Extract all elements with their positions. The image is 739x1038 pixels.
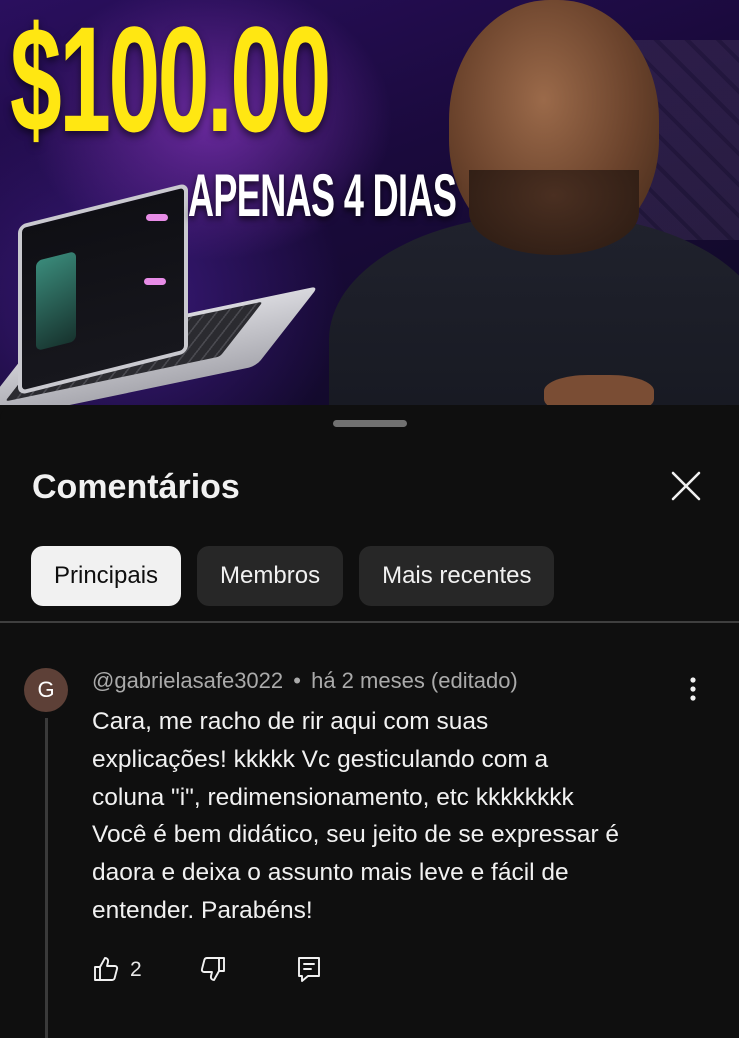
comment-line: daora e deixa o assunto mais leve e fáci… bbox=[92, 859, 569, 887]
thumbnail-subheadline: APENAS 4 DIAS bbox=[188, 162, 457, 229]
chip-principais[interactable]: Principais bbox=[31, 546, 182, 606]
comment-time: há 2 meses (editado) bbox=[311, 668, 518, 693]
close-icon bbox=[671, 471, 701, 501]
like-count: 2 bbox=[130, 958, 142, 981]
divider bbox=[0, 621, 739, 623]
comment-author[interactable]: @gabrielasafe3022 bbox=[92, 668, 283, 693]
filter-chips: Principais Membros Mais recentes bbox=[31, 546, 555, 606]
drag-handle[interactable] bbox=[333, 420, 407, 427]
video-player[interactable]: $100.00 APENAS 4 DIAS bbox=[0, 0, 739, 405]
reply-icon bbox=[298, 957, 320, 982]
thumbs-down-icon bbox=[200, 957, 225, 981]
comment-meta: @gabrielasafe3022 • há 2 meses (editado) bbox=[92, 668, 518, 694]
sheet-title: Comentários bbox=[32, 468, 240, 506]
dislike-button[interactable] bbox=[199, 955, 227, 988]
comment-text: Cara, me racho de rir aqui com suas expl… bbox=[92, 703, 712, 930]
thumbs-up-icon bbox=[94, 957, 119, 981]
comment-line: coluna "i", redimensionamento, etc kkkkk… bbox=[92, 783, 574, 811]
thumbnail-headline: $100.00 bbox=[10, 0, 331, 163]
comment-menu-button[interactable] bbox=[681, 675, 705, 703]
comment-line: Cara, me racho de rir aqui com suas bbox=[92, 708, 489, 735]
comment-line: Você é bem didático, seu jeito de se exp… bbox=[92, 821, 620, 849]
chip-mais-recentes[interactable]: Mais recentes bbox=[359, 546, 555, 606]
meta-separator: • bbox=[293, 668, 301, 693]
thread-line bbox=[45, 718, 48, 1038]
comments-sheet: Comentários Principais Membros Mais rece… bbox=[0, 405, 739, 1038]
like-button[interactable] bbox=[92, 955, 120, 988]
more-vertical-icon bbox=[690, 677, 696, 701]
reply-button[interactable] bbox=[295, 955, 323, 988]
chip-membros[interactable]: Membros bbox=[197, 546, 344, 606]
comment-line: entender. Parabéns! bbox=[92, 896, 313, 924]
close-button[interactable] bbox=[668, 468, 704, 504]
avatar[interactable]: G bbox=[24, 668, 68, 712]
comment-line: explicações! kkkkk Vc gesticulando com a bbox=[92, 745, 549, 773]
